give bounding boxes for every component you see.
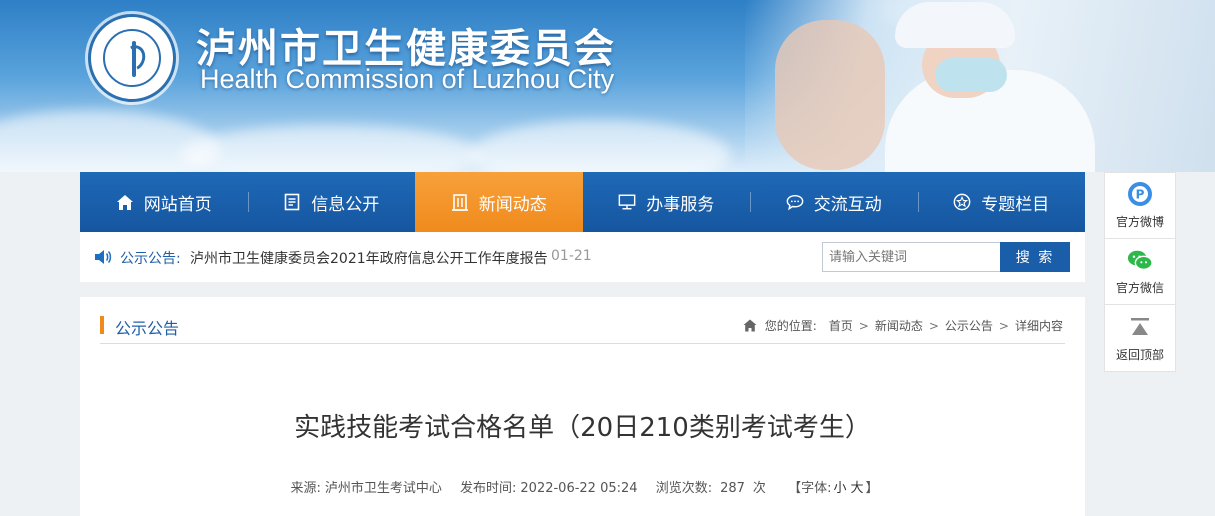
side-item-label: 返回顶部 — [1115, 347, 1164, 362]
home-icon — [116, 193, 134, 211]
nurse-mask — [935, 58, 1007, 92]
back-to-top-icon — [1127, 314, 1153, 340]
source-value: 泸州市卫生考试中心 — [324, 481, 442, 496]
nav-item-label: 信息公开 — [311, 194, 380, 215]
nav-item-news[interactable]: 新闻动态 — [415, 172, 583, 232]
font-large-button[interactable]: 大 — [850, 481, 863, 496]
source-label: 来源: — [290, 481, 321, 496]
breadcrumb-separator: > — [928, 318, 939, 333]
speaker-icon — [95, 250, 112, 264]
star-icon — [953, 193, 971, 211]
document-icon — [283, 193, 301, 211]
breadcrumb-notices[interactable]: 公示公告 — [945, 317, 993, 334]
notice-bar: 公示公告: 泸州市卫生健康委员会2021年政府信息公开工作年度报告 01-21 … — [80, 232, 1085, 282]
svg-text:P: P — [1136, 188, 1145, 202]
nav-item-info[interactable]: 信息公开 — [247, 172, 416, 232]
side-item-back-to-top[interactable]: 返回顶部 — [1105, 305, 1175, 371]
side-float-bar: P 官方微博 官方微信 返回顶部 — [1104, 172, 1176, 372]
building-icon — [451, 193, 469, 211]
nav-item-label: 办事服务 — [646, 194, 715, 215]
nav-item-home[interactable]: 网站首页 — [80, 172, 248, 232]
section-accent-bar — [100, 316, 104, 334]
publish-label: 发布时间: — [460, 481, 517, 496]
breadcrumb-prefix: 您的位置: — [764, 319, 817, 333]
font-size-close: 】 — [865, 481, 879, 496]
search-button[interactable]: 搜 索 — [1000, 242, 1070, 272]
article-card: 公示公告 您的位置: 首页 > 新闻动态 > 公示公告 > 详细内容 实践技能考… — [80, 297, 1085, 516]
publish-time: 2022-06-22 05:24 — [520, 481, 638, 496]
breadcrumb-separator: > — [858, 318, 869, 333]
article-meta: 来源: 泸州市卫生考试中心 发布时间: 2022-06-22 05:24 浏览次数:… — [80, 477, 1085, 496]
breadcrumb-current: 详细内容 — [1014, 319, 1063, 333]
nurse-cap — [895, 2, 1015, 48]
article-title: 实践技能考试合格名单（20日210类别考试考生） — [294, 413, 871, 443]
logo-ring — [103, 29, 161, 87]
views-count: 287 — [720, 481, 745, 496]
chat-icon — [786, 193, 804, 211]
child-figure — [775, 20, 885, 170]
nav-item-label: 新闻动态 — [478, 194, 547, 215]
cloud-decoration — [180, 125, 480, 172]
divider — [100, 343, 1065, 344]
notice-link[interactable]: 泸州市卫生健康委员会2021年政府信息公开工作年度报告 — [190, 248, 548, 268]
nav-item-label: 网站首页 — [143, 194, 212, 215]
section-title: 公示公告 — [115, 319, 180, 338]
side-item-label: 官方微信 — [1115, 281, 1164, 295]
nav-item-services[interactable]: 办事服务 — [583, 172, 751, 232]
views-label: 浏览次数: — [655, 481, 713, 496]
breadcrumb: 您的位置: 首页 > 新闻动态 > 公示公告 > 详细内容 — [743, 317, 1063, 334]
site-title-en: Health Commission of Luzhou City — [200, 64, 615, 94]
nav-item-topics[interactable]: 专题栏目 — [917, 172, 1086, 232]
side-item-weibo[interactable]: P 官方微博 — [1105, 173, 1175, 239]
side-item-label: 官方微博 — [1115, 215, 1164, 229]
logo-snake — [119, 42, 149, 74]
breadcrumb-news[interactable]: 新闻动态 — [875, 317, 923, 334]
monitor-icon — [618, 193, 636, 211]
wechat-icon — [1127, 247, 1153, 273]
nav-item-interaction[interactable]: 交流互动 — [750, 172, 918, 232]
emblem-logo-icon[interactable] — [88, 14, 176, 102]
nav-item-label: 交流互动 — [813, 194, 882, 215]
breadcrumb-home[interactable]: 首页 — [829, 317, 853, 334]
search-input[interactable] — [822, 242, 1000, 272]
notice-date: 01-21 — [551, 248, 592, 264]
side-item-wechat[interactable]: 官方微信 — [1105, 239, 1175, 305]
cloud-decoration — [470, 120, 730, 172]
home-icon — [743, 319, 757, 332]
breadcrumb-separator: > — [998, 318, 1009, 333]
font-small-button[interactable]: 小 — [833, 481, 846, 496]
weibo-icon: P — [1127, 181, 1153, 207]
main-nav: 网站首页 信息公开 新闻动态 办事服务 交流互动 专题栏目 — [80, 172, 1085, 232]
header-photo — [745, 0, 1215, 172]
nav-item-label: 专题栏目 — [981, 194, 1050, 215]
notice-label: 公示公告: — [120, 251, 181, 267]
font-size-label: 【字体: — [788, 481, 832, 496]
header-banner: 泸州市卫生健康委员会 Health Commission of Luzhou C… — [0, 0, 1215, 172]
views-unit: 次 — [752, 481, 766, 496]
